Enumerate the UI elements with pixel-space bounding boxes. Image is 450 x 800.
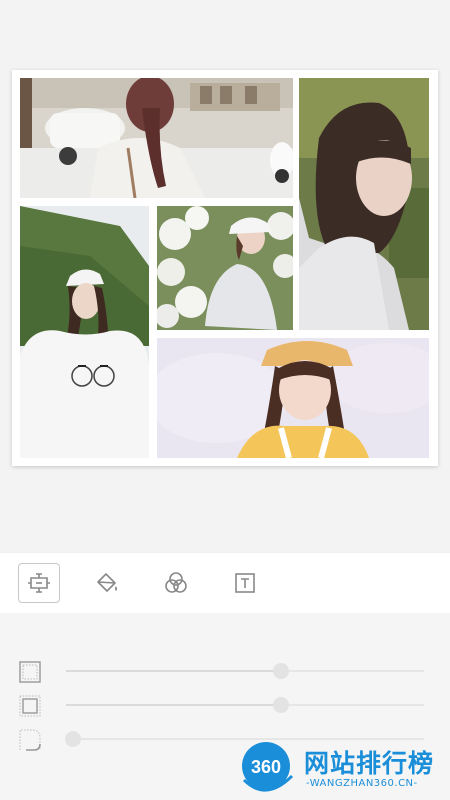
watermark-subtitle: -WANGZHAN360.CN-: [306, 778, 418, 789]
outer-border-icon: [19, 661, 41, 683]
filter-tool-button[interactable]: [155, 563, 197, 603]
photo-image: [20, 78, 293, 198]
photo-image: [157, 206, 293, 330]
bottom-toolbar: [0, 553, 450, 613]
slider-knob[interactable]: [272, 663, 289, 679]
slider-knob[interactable]: [65, 731, 82, 747]
outer-border-slider[interactable]: [66, 663, 424, 679]
collage-cell-photo-1[interactable]: [20, 78, 293, 198]
filter-circles-icon: [165, 572, 187, 593]
corner-radius-icon: [19, 729, 41, 751]
outer-border-slider-row: [0, 657, 450, 685]
collage-cell-photo-3[interactable]: [20, 206, 149, 458]
inner-border-slider-row: [0, 691, 450, 719]
collage-cell-photo-5[interactable]: [157, 338, 429, 458]
paint-bucket-icon: [97, 573, 117, 592]
photo-image: [157, 338, 429, 458]
collage-cell-photo-4[interactable]: [157, 206, 293, 330]
photo-collage: [12, 70, 438, 466]
layout-tool-button[interactable]: [18, 563, 60, 603]
background-fill-tool-button[interactable]: [86, 563, 128, 603]
slider-knob[interactable]: [272, 697, 289, 713]
watermark-title: 网站排行榜: [304, 749, 435, 778]
layout-icon: [28, 573, 50, 593]
collage-canvas-area: [0, 0, 450, 553]
slider-fill: [66, 704, 281, 706]
collage-cell-photo-2[interactable]: [299, 78, 429, 330]
text-tool-button[interactable]: [224, 563, 266, 603]
slider-fill: [66, 670, 281, 672]
text-frame-icon: [235, 573, 255, 593]
photo-image: [20, 206, 149, 458]
photo-image: [299, 78, 429, 330]
logo-text: 360: [251, 757, 281, 777]
inner-border-icon: [19, 695, 41, 717]
watermark: 360 网站排行榜 -WANGZHAN360.CN-: [238, 740, 448, 796]
logo-360-icon: 360: [242, 742, 294, 792]
inner-border-slider[interactable]: [66, 697, 424, 713]
